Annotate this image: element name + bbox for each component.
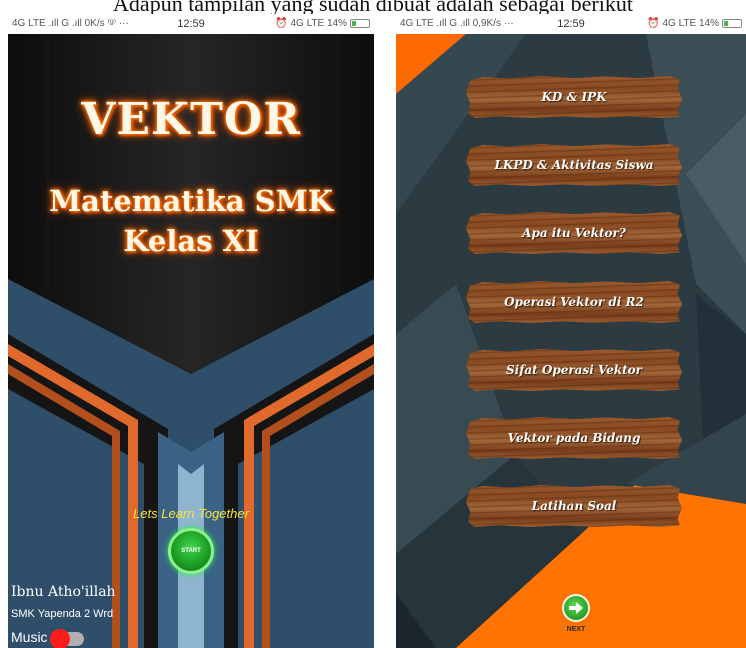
start-button[interactable]: START (168, 528, 214, 574)
tagline: Lets Learn Together (133, 506, 249, 521)
signal-indicator: 4G LTE .ıll G .ıll 0,9K/s ··· (400, 18, 514, 29)
start-button-label: START (181, 548, 201, 554)
clock: 12:59 (177, 18, 205, 30)
music-toggle[interactable] (50, 629, 84, 648)
app-title: VEKTOR (81, 94, 301, 145)
status-right-text: ⏰ 4G LTE 14% (647, 18, 719, 29)
status-right: ⏰ 4G LTE 14% (205, 14, 370, 34)
signal-indicator: 4G LTE .ıll G .ıll 0K/s ⁽ᵍ⁾ ··· (12, 18, 129, 29)
menu-item-apa-itu-vektor[interactable]: Apa itu Vektor? (466, 212, 682, 254)
app-subtitle-line1: Matematika SMK (49, 184, 333, 218)
battery-icon (722, 18, 742, 28)
next-button[interactable] (562, 594, 590, 622)
clock: 12:59 (557, 18, 585, 30)
menu-item-kd-ipk[interactable]: KD & IPK (466, 76, 682, 118)
menu-item-sifat-operasi[interactable]: Sifat Operasi Vektor (466, 349, 682, 391)
status-right: ⏰ 4G LTE 14% (585, 14, 742, 34)
phone-screenshot-menu: 4G LTE .ıll G .ıll 0,9K/s ··· 12:59 ⏰ 4G… (396, 14, 746, 648)
menu-screen: KD & IPK LKPD & Aktivitas Siswa Apa itu … (396, 34, 746, 648)
battery-icon (350, 18, 370, 28)
music-label: Music (11, 629, 48, 645)
school-name: SMK Yapenda 2 Wrd (11, 608, 114, 620)
menu-background (396, 34, 746, 648)
menu-item-vektor-bidang[interactable]: Vektor pada Bidang (466, 417, 682, 459)
status-right-text: ⏰ 4G LTE 14% (275, 18, 347, 29)
menu-item-lkpd[interactable]: LKPD & Aktivitas Siswa (466, 144, 682, 186)
toggle-knob (50, 629, 70, 648)
arrow-right-icon (569, 602, 583, 614)
splash-screen: VEKTOR Matematika SMK Kelas XI Lets Lear… (8, 34, 374, 648)
menu-item-operasi-vektor[interactable]: Operasi Vektor di R2 (466, 281, 682, 323)
app-subtitle-line2: Kelas XI (123, 224, 259, 258)
menu-item-latihan-soal[interactable]: Latihan Soal (466, 485, 682, 527)
status-bar: 4G LTE .ıll G .ıll 0K/s ⁽ᵍ⁾ ··· 12:59 ⏰ … (8, 14, 374, 34)
phone-screenshot-splash: 4G LTE .ıll G .ıll 0K/s ⁽ᵍ⁾ ··· 12:59 ⏰ … (8, 14, 374, 648)
author-name: Ibnu Atho'illah (11, 584, 116, 600)
next-label: NEXT (566, 626, 586, 633)
status-bar: 4G LTE .ıll G .ıll 0,9K/s ··· 12:59 ⏰ 4G… (396, 14, 746, 34)
